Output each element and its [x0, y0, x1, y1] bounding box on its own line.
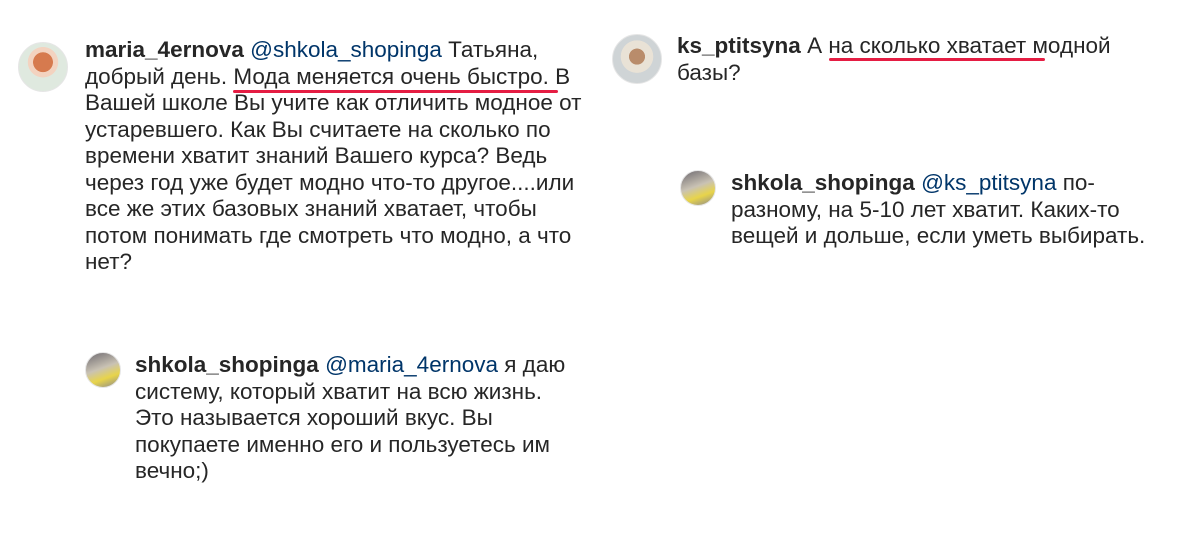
username[interactable]: shkola_shopinga — [731, 170, 915, 195]
red-underline — [233, 90, 558, 93]
avatar-ks[interactable] — [612, 34, 662, 84]
avatar-shkola[interactable] — [85, 352, 121, 388]
avatar-maria[interactable] — [18, 42, 68, 92]
highlighted-phrase: на сколько хватает — [828, 33, 1027, 58]
username[interactable]: maria_4ernova — [85, 37, 244, 62]
reply-text: shkola_shopinga @ks_ptitsyna по-разному,… — [731, 170, 1146, 248]
reply-text: shkola_shopinga @maria_4ernova я даю сис… — [135, 352, 566, 483]
highlighted-phrase: Мода меняется очень быстро. — [233, 63, 549, 89]
username[interactable]: shkola_shopinga — [135, 352, 319, 377]
mention-link[interactable]: @ks_ptitsyna — [921, 170, 1056, 195]
comment-text: maria_4ernova @shkola_shopinga Татьяна, … — [85, 37, 582, 274]
mention-link[interactable]: @maria_4ernova — [325, 352, 498, 377]
mention-link[interactable]: @shkola_shopinga — [250, 37, 442, 62]
username[interactable]: ks_ptitsyna — [677, 33, 801, 58]
red-underline — [829, 58, 1045, 61]
avatar-shkola[interactable] — [680, 170, 716, 206]
